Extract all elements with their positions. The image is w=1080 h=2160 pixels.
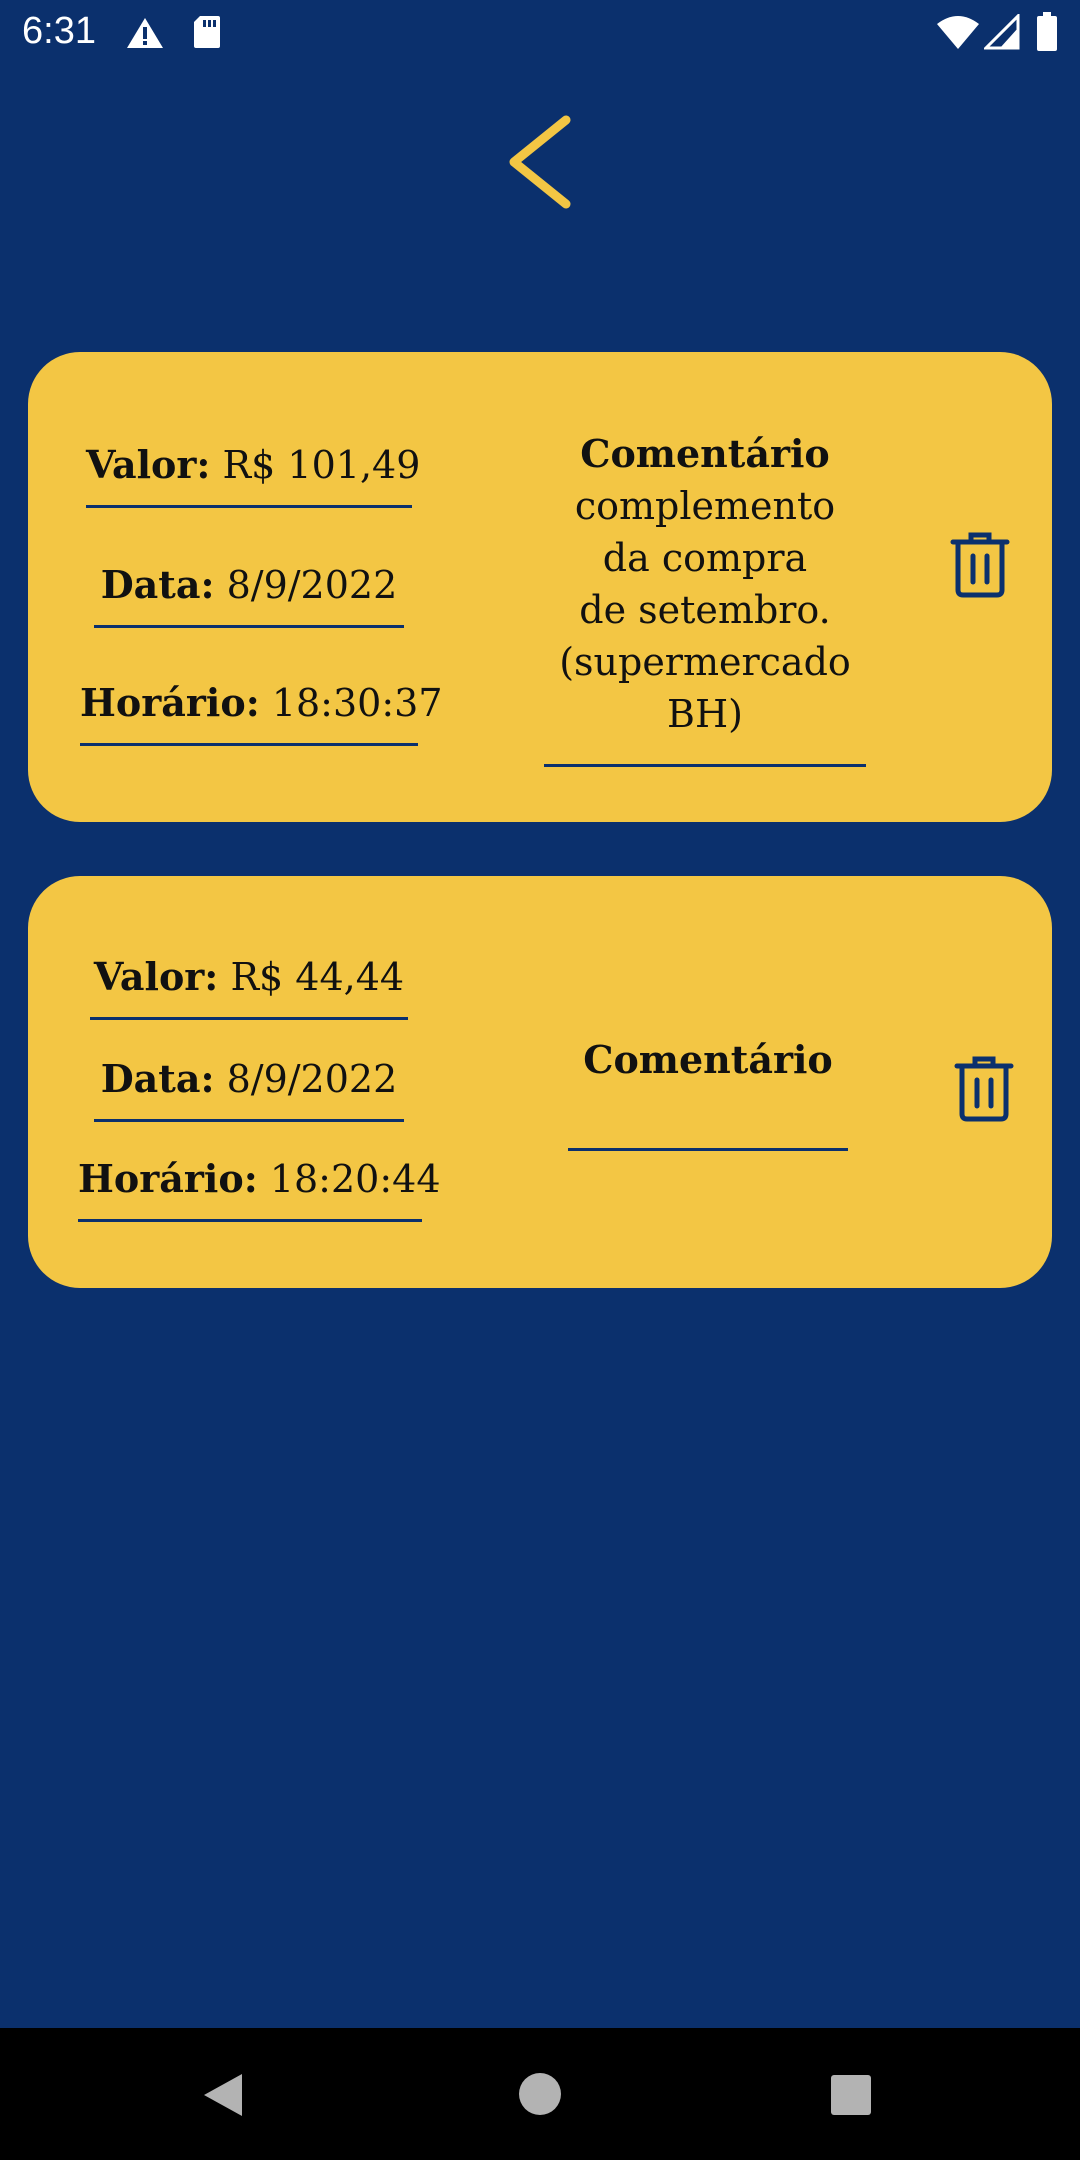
valor-label: Valor: xyxy=(86,442,211,487)
valor-value: R$ 101,49 xyxy=(222,443,421,487)
status-bar: 6:31 xyxy=(0,0,1080,66)
delete-button[interactable] xyxy=(950,532,1010,598)
delete-button[interactable] xyxy=(954,1056,1014,1122)
trash-icon xyxy=(950,532,1010,598)
comment-line: complemento xyxy=(574,484,836,528)
valor-field: Valor: R$ 44,44 xyxy=(90,954,408,1020)
recents-square-icon[interactable] xyxy=(830,2074,872,2116)
home-circle-icon[interactable] xyxy=(518,2072,562,2116)
navigation-bar xyxy=(0,2028,1080,2160)
valor-label: Valor: xyxy=(93,954,219,999)
back-triangle-icon[interactable] xyxy=(200,2072,244,2118)
horario-label: Horário: xyxy=(78,1156,258,1201)
trash-icon xyxy=(954,1056,1014,1122)
horario-field: Horário: 18:30:37 xyxy=(80,680,443,746)
back-button[interactable] xyxy=(500,112,580,212)
comment-section: Comentário xyxy=(568,1034,848,1151)
data-value: 8/9/2022 xyxy=(226,563,398,607)
expense-card: Valor: R$ 44,44 Data: 8/9/2022 Horário: … xyxy=(28,876,1052,1288)
horario-label: Horário: xyxy=(80,680,260,725)
chevron-left-icon xyxy=(509,115,571,209)
data-label: Data: xyxy=(100,1056,215,1101)
comment-section: Comentário complemento da compra de sete… xyxy=(544,428,866,767)
comment-line: BH) xyxy=(667,692,743,736)
wifi-icon xyxy=(937,16,979,49)
data-label: Data: xyxy=(100,562,215,607)
horario-value: 18:20:44 xyxy=(269,1157,441,1201)
data-value: 8/9/2022 xyxy=(226,1057,398,1101)
status-time: 6:31 xyxy=(22,10,96,52)
warning-icon xyxy=(127,18,163,48)
valor-value: R$ 44,44 xyxy=(230,955,405,999)
battery-icon xyxy=(1037,12,1057,51)
expense-card: Valor: R$ 101,49 Data: 8/9/2022 Horário:… xyxy=(28,352,1052,822)
data-field: Data: 8/9/2022 xyxy=(94,562,404,628)
comment-label: Comentário xyxy=(583,1037,833,1082)
horario-value: 18:30:37 xyxy=(271,681,443,725)
data-field: Data: 8/9/2022 xyxy=(94,1056,404,1122)
comment-line: da compra xyxy=(602,536,808,580)
sd-card-icon xyxy=(194,16,220,48)
valor-field: Valor: R$ 101,49 xyxy=(86,442,420,508)
comment-label: Comentário xyxy=(580,431,830,476)
signal-icon xyxy=(984,14,1020,50)
comment-line: (supermercado xyxy=(559,640,851,684)
comment-line: de setembro. xyxy=(579,588,831,632)
horario-field: Horário: 18:20:44 xyxy=(78,1156,441,1222)
